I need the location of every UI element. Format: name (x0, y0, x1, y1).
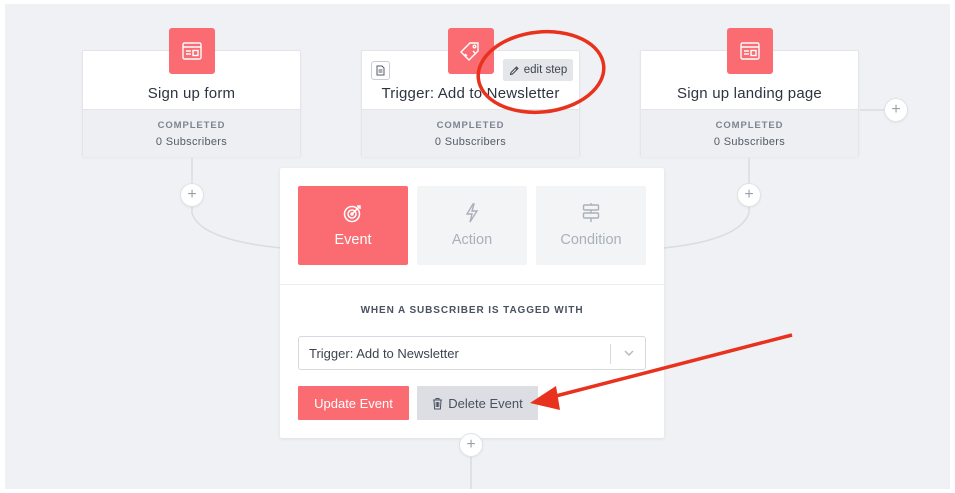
select-separator (610, 344, 611, 364)
node-subscriber-count: 0 Subscribers (434, 135, 507, 148)
add-step-button[interactable]: + (737, 183, 761, 207)
tag-select[interactable]: Trigger: Add to Newsletter (298, 336, 646, 370)
update-event-label: Update Event (314, 395, 393, 411)
edit-step-label: edit step (523, 64, 568, 76)
form-window-icon (727, 28, 773, 74)
tab-label: Condition (560, 232, 622, 248)
update-event-button[interactable]: Update Event (298, 386, 409, 420)
node-subscriber-count: 0 Subscribers (713, 135, 786, 148)
node-title: Sign up form (147, 85, 236, 102)
tab-action[interactable]: Action (417, 186, 527, 265)
panel-heading: WHEN A SUBSCRIBER IS TAGGED WITH (360, 305, 584, 316)
tab-event[interactable]: Event (298, 186, 408, 265)
panel-divider (280, 284, 664, 285)
node-status: COMPLETED (715, 119, 784, 131)
form-window-icon (169, 28, 215, 74)
node-title: Sign up landing page (677, 85, 822, 102)
pencil-icon (509, 65, 519, 75)
tag-icon (448, 28, 494, 74)
node-title: Trigger: Add to Newsletter (381, 85, 560, 102)
delete-event-label: Delete Event (448, 395, 523, 411)
node-subscriber-count: 0 Subscribers (155, 135, 228, 148)
tab-label: Action (451, 232, 493, 248)
lightning-icon (465, 203, 479, 223)
target-icon (343, 203, 363, 223)
add-step-button[interactable]: + (459, 433, 483, 457)
edit-step-button[interactable]: edit step (503, 59, 573, 81)
chevron-down-icon[interactable] (623, 347, 635, 362)
delete-event-button[interactable]: Delete Event (417, 386, 538, 420)
signpost-icon (582, 203, 600, 223)
event-panel: Event Action Condition WHEN A SUBSCRIBER… (280, 168, 664, 438)
tab-condition[interactable]: Condition (536, 186, 646, 265)
add-step-button[interactable]: + (884, 98, 908, 122)
node-status: COMPLETED (157, 119, 226, 131)
add-step-button[interactable]: + (180, 183, 204, 207)
trash-icon (433, 397, 443, 409)
tab-label: Event (334, 232, 372, 248)
node-status: COMPLETED (436, 119, 505, 131)
document-icon[interactable] (371, 61, 390, 80)
tag-select-value: Trigger: Add to Newsletter (309, 345, 459, 361)
